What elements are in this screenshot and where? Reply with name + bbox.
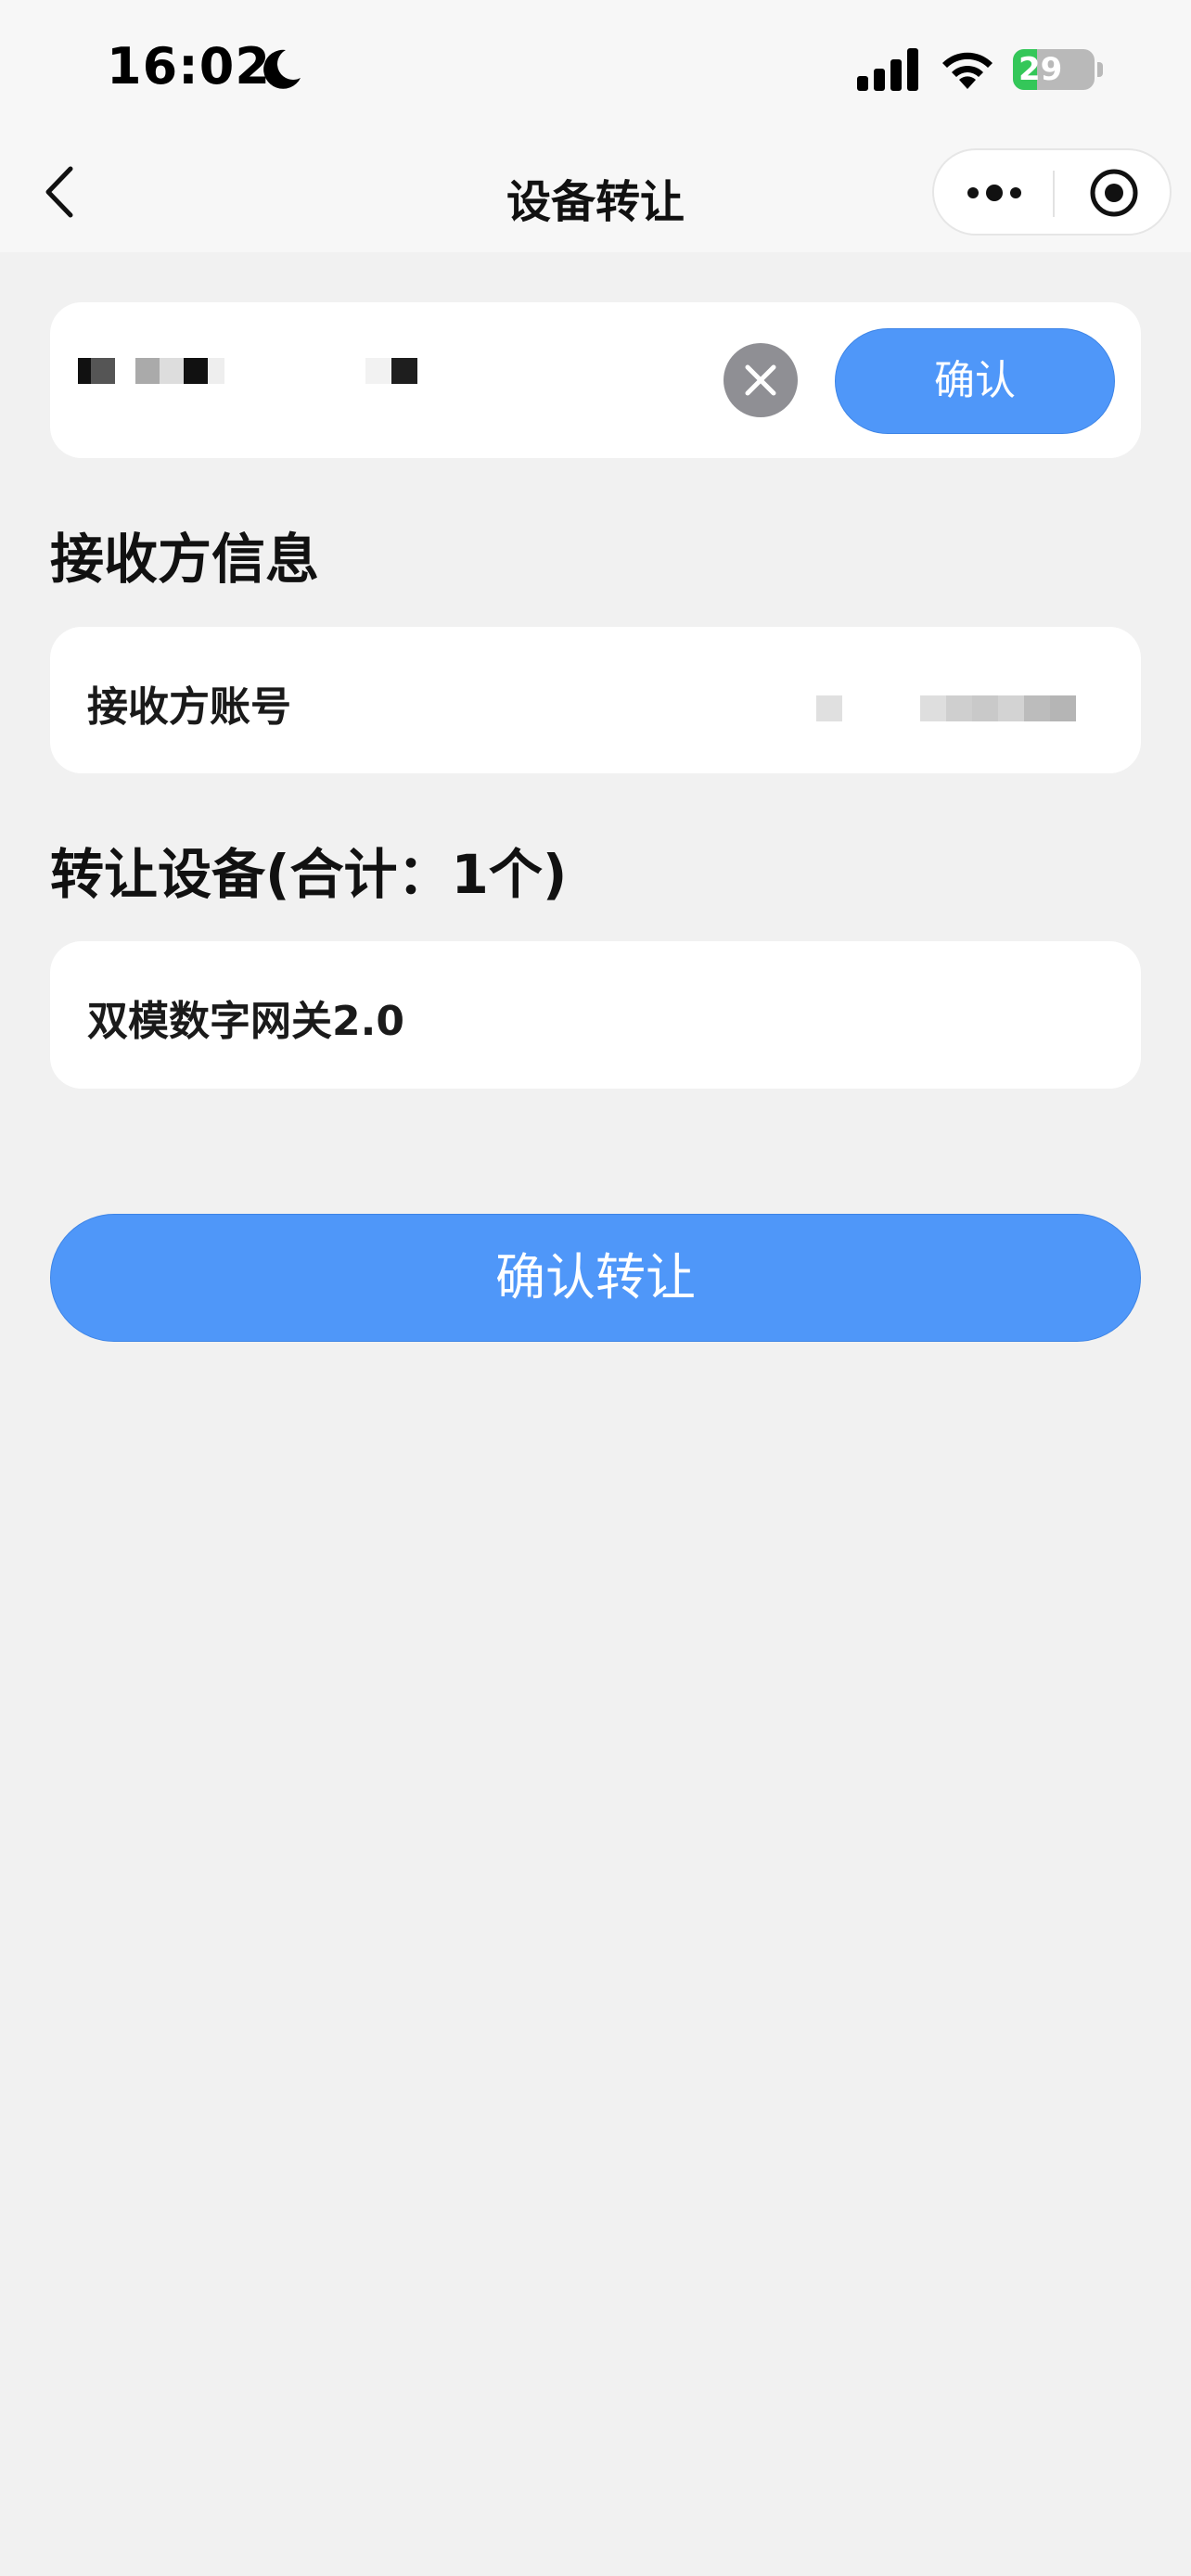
moon-icon — [263, 49, 301, 89]
receiver-account-label: 接收方账号 — [87, 683, 291, 731]
device-section-title: 转让设备(合计：1个) — [50, 843, 568, 906]
device-name: 双模数字网关2.0 — [87, 998, 404, 1045]
device-list-item: 双模数字网关2.0 — [50, 941, 1141, 1089]
battery-charging-icon: 29 — [1013, 49, 1104, 90]
battery-level: 29 — [1018, 51, 1063, 88]
receiver-account-value — [816, 673, 1113, 729]
record-icon[interactable] — [1088, 167, 1140, 219]
mini-program-capsule — [932, 148, 1172, 236]
top-bar: 16:02 29 设备转让 — [0, 0, 1191, 252]
receiver-section-title: 接收方信息 — [50, 528, 320, 591]
confirm-transfer-button[interactable]: 确认转让 — [50, 1214, 1141, 1342]
receiver-account-row: 接收方账号 — [50, 627, 1141, 773]
signal-icon — [857, 48, 918, 91]
more-icon[interactable] — [966, 176, 1023, 210]
redacted-account-text — [78, 358, 449, 404]
confirm-search-button[interactable]: 确认 — [835, 328, 1115, 434]
wifi-icon — [942, 52, 992, 89]
status-time: 16:02 — [107, 37, 271, 96]
clear-button[interactable] — [724, 343, 798, 417]
close-icon — [745, 364, 776, 396]
account-search-card: 确认 — [50, 302, 1141, 458]
capsule-divider — [1053, 171, 1055, 217]
